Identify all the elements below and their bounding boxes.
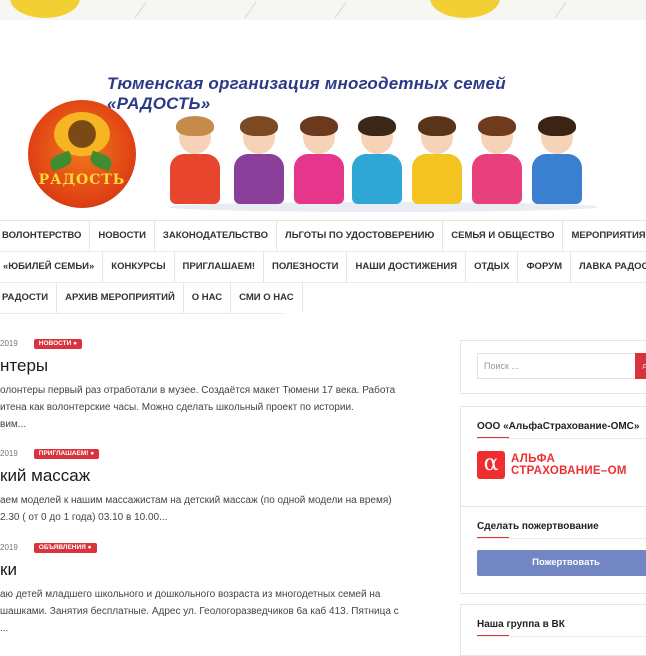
- excerpt-line: вим...: [0, 419, 27, 430]
- excerpt-line: аем моделей к нашим массажистам на детск…: [0, 495, 392, 506]
- decor-line: [134, 1, 147, 19]
- excerpt-line: шашками. Занятия бесплатные. Адрес ул. Г…: [0, 606, 399, 617]
- excerpt-line: аю детей младшего школьного и дошкольног…: [0, 589, 381, 600]
- donate-button[interactable]: Пожертвовать: [477, 550, 646, 576]
- logo-text: РАДОСТЬ: [38, 172, 126, 188]
- nav-item[interactable]: АРХИВ МЕРОПРИЯТИЙ: [57, 283, 184, 313]
- category-badge[interactable]: ПРИГЛАШАЕМ! ●: [33, 448, 100, 459]
- nav-item[interactable]: МЕРОПРИЯТИЯ: [563, 221, 646, 251]
- excerpt-line: 2.30 ( от 0 до 1 года) 03.10 в 10.00...: [0, 512, 168, 523]
- nav-item[interactable]: ПОЛЕЗНОСТИ: [264, 252, 348, 282]
- search-icon: ⌕: [641, 360, 646, 372]
- nav-row: ВОЛОНТЕРСТВО НОВОСТИ ЗАКОНОДАТЕЛЬСТВО ЛЬ…: [0, 221, 646, 252]
- post-item: 2019 ОБЪЯВЛЕНИЯ ● ки аю детей младшего шк…: [0, 542, 440, 637]
- leaf-icon: [88, 150, 114, 172]
- widget-title: ООО «АльфаСтрахование-ОМС»: [477, 421, 640, 432]
- sponsor-widget: ООО «АльфаСтрахование-ОМС» α АЛЬФА СТРАХ…: [460, 406, 646, 518]
- post-excerpt: аю детей младшего школьного и дошкольног…: [0, 586, 440, 637]
- sponsor-logo-line2[interactable]: СТРАХОВАНИЕ–ОМ: [511, 465, 627, 477]
- post-title[interactable]: ки: [0, 560, 440, 580]
- category-badge[interactable]: ОБЪЯВЛЕНИЯ ●: [33, 542, 97, 553]
- sponsor-logo-line1[interactable]: АЛЬФА: [511, 453, 555, 465]
- decor-line: [334, 1, 347, 19]
- category-badge[interactable]: НОВОСТИ ●: [33, 338, 83, 349]
- main-navigation: ВОЛОНТЕРСТВО НОВОСТИ ЗАКОНОДАТЕЛЬСТВО ЛЬ…: [0, 220, 646, 314]
- search-button[interactable]: ⌕: [635, 353, 646, 379]
- search-widget: Поиск ... ⌕: [460, 340, 646, 394]
- post-meta: 2019 ОБЪЯВЛЕНИЯ ●: [0, 542, 440, 554]
- widget-divider: [477, 438, 646, 439]
- decor-line: [554, 1, 567, 19]
- nav-item[interactable]: ЛАВКА РАДОСТИ: [571, 252, 646, 282]
- top-decorative-strip: [0, 0, 646, 20]
- decor-line: [244, 1, 257, 19]
- post-date[interactable]: 2019: [0, 542, 18, 554]
- nav-item[interactable]: КОНКУРСЫ: [103, 252, 175, 282]
- widget-divider: [477, 636, 646, 637]
- nav-item[interactable]: ЛЬГОТЫ ПО УДОСТОВЕРЕНИЮ: [277, 221, 444, 251]
- nav-item[interactable]: НАШИ ДОСТИЖЕНИЯ: [347, 252, 467, 282]
- excerpt-line: ...: [0, 623, 9, 634]
- nav-row: РАДОСТИ АРХИВ МЕРОПРИЯТИЙ О НАС СМИ О НА…: [0, 283, 303, 314]
- nav-item[interactable]: СМИ О НАС: [231, 283, 303, 313]
- header-banner[interactable]: Тюменская организация многодетных семей …: [0, 62, 646, 222]
- post-item: 2019 ПРИГЛАШАЕМ! ● кий массаж аем моделей…: [0, 448, 440, 526]
- nav-item[interactable]: «ЮБИЛЕЙ СЕМЬИ»: [0, 252, 104, 282]
- post-excerpt: аем моделей к нашим массажистам на детск…: [0, 492, 440, 526]
- excerpt-line: олонтеры первый раз отработали в музее. …: [0, 385, 396, 396]
- post-meta: 2019 ПРИГЛАШАЕМ! ●: [0, 448, 440, 460]
- nav-row: «ЮБИЛЕЙ СЕМЬИ» КОНКУРСЫ ПРИГЛАШАЕМ! ПОЛЕ…: [0, 252, 646, 283]
- nav-item[interactable]: СЕМЬЯ И ОБЩЕСТВО: [443, 221, 564, 251]
- post-date[interactable]: 2019: [0, 338, 18, 350]
- vk-widget: Наша группа в ВК: [460, 604, 646, 656]
- child-figure: [470, 116, 524, 204]
- nav-item[interactable]: ЗАКОНОДАТЕЛЬСТВО: [155, 221, 278, 251]
- alfa-logo-icon[interactable]: α: [477, 451, 505, 479]
- post-excerpt: олонтеры первый раз отработали в музее. …: [0, 382, 440, 433]
- post-item: 2019 НОВОСТИ ● нтеры олонтеры первый раз …: [0, 338, 440, 433]
- search-input[interactable]: Поиск ...: [477, 353, 636, 379]
- decor-blob: [430, 0, 500, 18]
- widget-title: Наша группа в ВК: [477, 619, 565, 630]
- nav-item[interactable]: О НАС: [184, 283, 232, 313]
- site-logo[interactable]: РАДОСТЬ: [28, 100, 136, 208]
- nav-item[interactable]: НОВОСТИ: [90, 221, 155, 251]
- widget-divider: [477, 538, 646, 539]
- children-photo: [168, 100, 598, 212]
- post-meta: 2019 НОВОСТИ ●: [0, 338, 440, 350]
- post-title[interactable]: нтеры: [0, 356, 440, 376]
- sunflower-icon: [54, 112, 110, 156]
- nav-item[interactable]: ВОЛОНТЕРСТВО: [0, 221, 91, 251]
- post-date[interactable]: 2019: [0, 448, 18, 460]
- nav-item[interactable]: ПРИГЛАШАЕМ!: [175, 252, 265, 282]
- child-figure: [410, 116, 464, 204]
- post-title[interactable]: кий массаж: [0, 466, 440, 486]
- child-figure: [530, 116, 584, 204]
- search-placeholder: Поиск ...: [484, 361, 519, 371]
- leaf-icon: [48, 150, 74, 172]
- nav-item[interactable]: ФОРУМ: [518, 252, 571, 282]
- decor-blob: [10, 0, 80, 18]
- widget-title: Сделать пожертвование: [477, 521, 599, 532]
- child-figure: [232, 116, 286, 204]
- nav-item[interactable]: ОТДЫХ: [466, 252, 519, 282]
- excerpt-line: итена как волонтерские часы. Можно сдела…: [0, 402, 354, 413]
- nav-item[interactable]: РАДОСТИ: [0, 283, 58, 313]
- donate-widget: Сделать пожертвование Пожертвовать: [460, 506, 646, 594]
- child-figure: [350, 116, 404, 204]
- child-figure: [292, 116, 346, 204]
- child-figure: [168, 116, 222, 204]
